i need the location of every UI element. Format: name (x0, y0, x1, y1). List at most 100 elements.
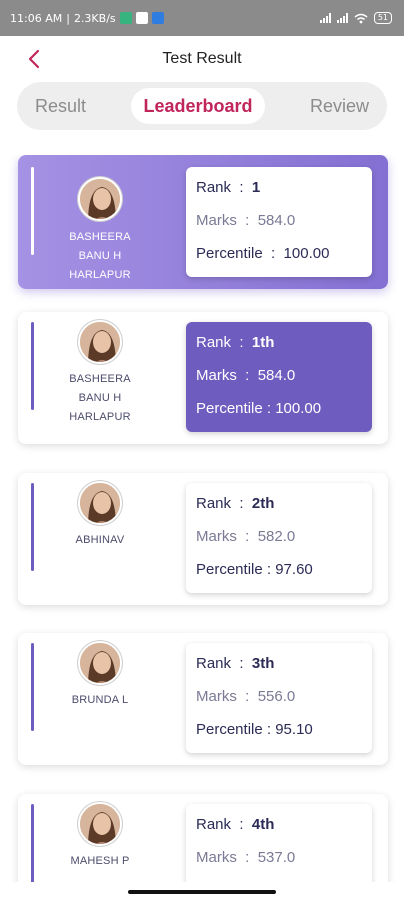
percentile-value: 100.00 (283, 245, 330, 262)
home-indicator[interactable] (128, 890, 276, 894)
marks-row: Marks : 556.0 (196, 688, 296, 705)
marks-value: 537.0 (257, 849, 296, 866)
signal-2-icon (336, 13, 348, 23)
student-name-line: HARLAPUR (69, 411, 131, 423)
marks-row: Marks : 584.0 (196, 212, 296, 229)
stats-box: Rank : 1th Marks : 584.0 Percentile : 10… (186, 322, 372, 432)
leaderboard-card[interactable]: MAHESH P Rank : 4th Marks : 537.0 (18, 794, 388, 882)
rank-label: Rank (196, 495, 232, 512)
marks-label: Marks (196, 212, 237, 229)
marks-row: Marks : 537.0 (196, 849, 296, 866)
user-avatar-icon (80, 322, 120, 362)
status-speed: 2.3KB/s (73, 11, 116, 25)
tab-review[interactable]: Review (298, 88, 381, 124)
marks-value: 584.0 (257, 212, 296, 229)
marks-row: Marks : 584.0 (196, 367, 296, 384)
student-name: BASHEERA BANU H HARLAPUR (45, 228, 155, 285)
stats-box: Rank : 4th Marks : 537.0 (186, 804, 372, 882)
rank-label: Rank (196, 179, 232, 196)
student-name-line: BANU H (78, 250, 122, 262)
marks-label: Marks (196, 849, 237, 866)
student-name-line: BRUNDA L (71, 694, 129, 706)
percentile-label: Percentile (196, 721, 263, 738)
percentile-row: Percentile : 100.00 (196, 400, 322, 417)
percentile-row: Percentile : 100.00 (196, 245, 330, 262)
student-name: MAHESH P (45, 852, 155, 871)
percentile-value: 97.60 (275, 561, 313, 578)
rank-row: Rank : 1 (196, 179, 261, 196)
marks-row: Marks : 582.0 (196, 528, 296, 545)
percentile-row: Percentile : 95.10 (196, 721, 313, 738)
tab-leaderboard[interactable]: Leaderboard (131, 88, 265, 124)
leaderboard-card[interactable]: ABHINAV Rank : 2th Marks : 582.0 Percent… (18, 473, 388, 605)
percentile-label: Percentile (196, 245, 263, 262)
rank-row: Rank : 3th (196, 655, 275, 672)
chevron-left-icon (28, 49, 40, 69)
card-accent-bar (31, 804, 34, 882)
marks-label: Marks (196, 688, 237, 705)
percentile-label: Percentile (196, 400, 263, 417)
percentile-value: 100.00 (275, 400, 322, 417)
avatar (78, 641, 122, 685)
signal-icon (319, 13, 331, 23)
rank-label: Rank (196, 816, 232, 833)
leaderboard-list[interactable]: BASHEERA BANU H HARLAPUR Rank : 1 Marks … (0, 155, 404, 882)
back-button[interactable] (22, 47, 46, 71)
marks-value: 582.0 (257, 528, 296, 545)
marks-label: Marks (196, 528, 237, 545)
student-name-line: MAHESH P (70, 855, 130, 867)
status-bar: 11:06 AM | 2.3KB/s 51 (0, 0, 404, 36)
status-left: 11:06 AM | 2.3KB/s (10, 12, 164, 25)
student-name-line: ABHINAV (75, 534, 125, 546)
tab-bar: Result Leaderboard Review (17, 82, 387, 130)
percentile-value: 95.10 (275, 721, 313, 738)
page-title: Test Result (162, 50, 242, 67)
card-accent-bar (31, 483, 34, 571)
student-name-line: BANU H (78, 392, 122, 404)
rank-value: 4th (251, 816, 275, 833)
app-header: Test Result (0, 36, 404, 82)
percentile-row: Percentile : 97.60 (196, 561, 313, 578)
rank-value: 1 (251, 179, 261, 196)
tab-result[interactable]: Result (23, 88, 98, 124)
stats-box: Rank : 1 Marks : 584.0 Percentile : 100.… (186, 167, 372, 277)
rank-label: Rank (196, 655, 232, 672)
stats-box: Rank : 3th Marks : 556.0 Percentile : 95… (186, 643, 372, 753)
student-name: BRUNDA L (45, 691, 155, 710)
student-name-line: BASHEERA (69, 373, 131, 385)
user-avatar-icon (80, 179, 120, 219)
leaderboard-card[interactable]: BASHEERA BANU H HARLAPUR Rank : 1th Mark… (18, 312, 388, 444)
leaderboard-card-top[interactable]: BASHEERA BANU H HARLAPUR Rank : 1 Marks … (18, 155, 388, 289)
status-time: 11:06 AM (10, 11, 63, 25)
status-right: 51 (319, 12, 392, 24)
rank-row: Rank : 4th (196, 816, 275, 833)
rank-value: 1th (251, 334, 275, 351)
marks-label: Marks (196, 367, 237, 384)
card-accent-bar (31, 322, 34, 410)
avatar (78, 320, 122, 364)
card-accent-bar (31, 643, 34, 731)
percentile-label: Percentile (196, 561, 263, 578)
notification-shield-icon (151, 12, 164, 24)
status-separator: | (66, 11, 70, 25)
rank-row: Rank : 1th (196, 334, 275, 351)
marks-value: 556.0 (257, 688, 296, 705)
notification-mail-icon (135, 12, 148, 24)
card-accent-bar (31, 167, 34, 255)
avatar (78, 802, 122, 846)
rank-label: Rank (196, 334, 232, 351)
student-name: BASHEERA BANU H HARLAPUR (45, 370, 155, 427)
leaderboard-card[interactable]: BRUNDA L Rank : 3th Marks : 556.0 Percen… (18, 633, 388, 765)
wifi-icon (354, 13, 368, 23)
rank-value: 3th (251, 655, 275, 672)
avatar (78, 177, 122, 221)
user-avatar-icon (80, 483, 120, 523)
user-avatar-icon (80, 804, 120, 844)
user-avatar-icon (80, 643, 120, 683)
student-name-line: HARLAPUR (69, 269, 131, 281)
battery-icon: 51 (373, 12, 392, 24)
marks-value: 584.0 (257, 367, 296, 384)
stats-box: Rank : 2th Marks : 582.0 Percentile : 97… (186, 483, 372, 593)
rank-row: Rank : 2th (196, 495, 275, 512)
rank-value: 2th (251, 495, 275, 512)
